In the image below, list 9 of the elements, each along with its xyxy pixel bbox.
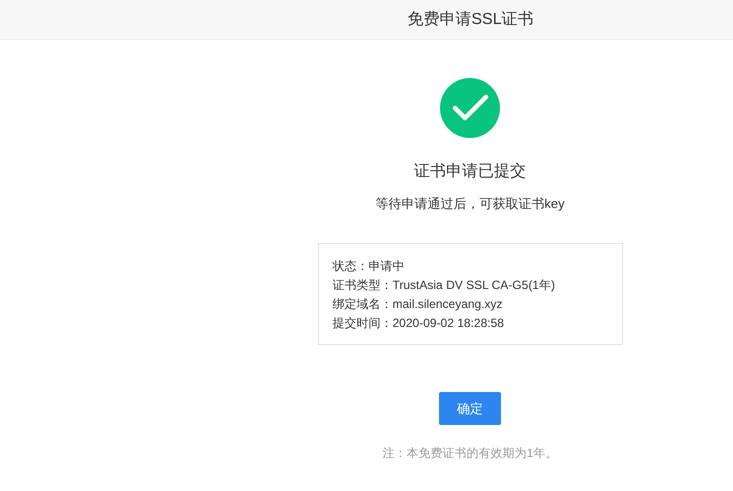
detail-line: 提交时间：2020-09-02 18:28:58	[332, 315, 505, 332]
detail-line: 证书类型：TrustAsia DV SSL CA-G5(1年)	[332, 277, 556, 294]
detail-line: 状态：申请中	[332, 258, 406, 275]
result-heading: 证书申请已提交	[414, 162, 526, 182]
validity-note: 注：本免费证书的有效期为1年。	[382, 445, 558, 462]
detail-line: 绑定域名：mail.silenceyang.xyz	[332, 296, 504, 313]
confirm-button[interactable]: 确定	[439, 392, 501, 425]
page-title: 免费申请SSL证书	[407, 10, 534, 30]
result-message: 等待申请通过后，可获取证书key	[375, 195, 565, 213]
